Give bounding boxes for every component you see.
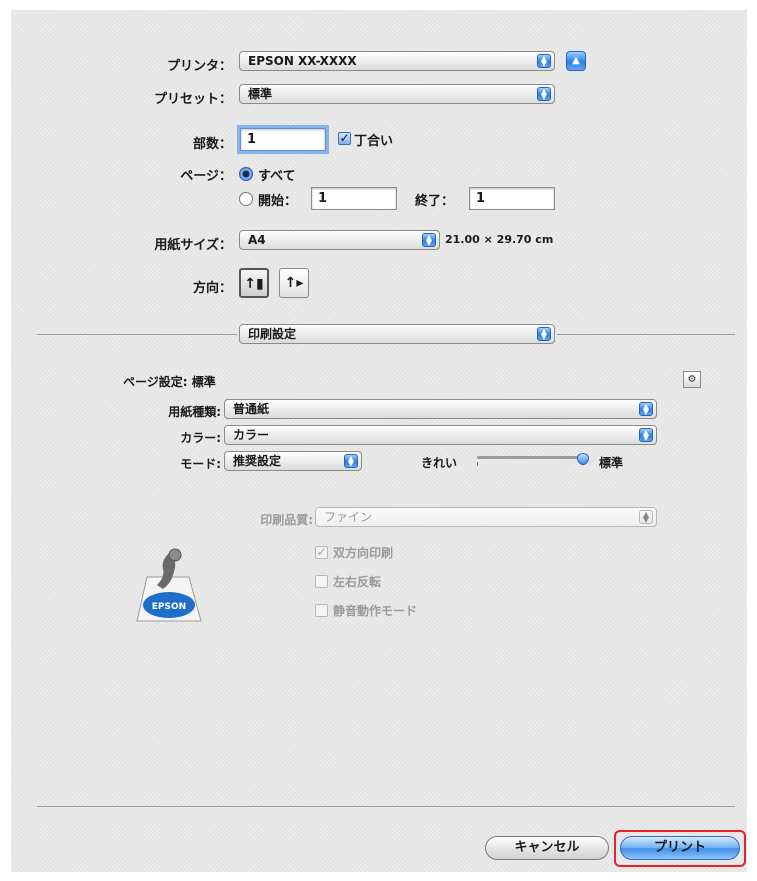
updown-arrows-icon: ▲ ▼ (639, 402, 653, 416)
copies-label: 部数： (192, 137, 232, 152)
slider-left-label: きれい (421, 456, 458, 470)
bottom-divider (37, 806, 735, 807)
preset-select-value: 標準 (248, 87, 273, 101)
print-button[interactable]: プリント (620, 836, 740, 860)
landscape-icon: ↑▸ (284, 275, 304, 291)
media-type-label: 用紙種類: (168, 405, 221, 419)
media-type-value: 普通紙 (233, 402, 270, 416)
utility-tools-icon[interactable]: ⚙ (683, 371, 701, 388)
updown-arrows-icon: ▲ ▼ (537, 327, 551, 341)
paper-dimensions: 21.00 × 29.70 cm (445, 233, 554, 246)
pages-to-label: 終了： (415, 194, 455, 209)
color-value: カラー (233, 428, 270, 442)
paper-size-value: A4 (248, 233, 266, 247)
copies-input[interactable]: 1 (240, 128, 326, 151)
page-setup-label-text: ページ設定: (123, 375, 188, 389)
paper-size-label: 用紙サイズ： (154, 238, 232, 253)
preset-select[interactable]: 標準 ▲ ▼ (239, 84, 555, 104)
collate-label: 丁合い (354, 134, 394, 149)
updown-arrows-icon: ▲ ▼ (639, 428, 653, 442)
print-quality-label: 印刷品質: (260, 513, 313, 527)
slider-right-label: 標準 (599, 456, 624, 470)
portrait-icon: ↑▮ (244, 276, 264, 292)
mode-label: モード: (180, 457, 221, 471)
color-select[interactable]: カラー ▲ ▼ (224, 425, 657, 445)
slider-tick-min (477, 462, 478, 466)
mode-select[interactable]: 推奨設定 ▲ ▼ (224, 451, 362, 471)
bidirectional-checkbox[interactable]: ✓ (315, 546, 328, 559)
section-divider-right (557, 334, 735, 335)
slider-thumb[interactable] (577, 453, 589, 465)
color-label: カラー: (180, 431, 221, 445)
section-divider-left (37, 334, 237, 335)
mirror-checkbox[interactable] (315, 575, 328, 588)
updown-arrows-icon: ▲ ▼ (422, 233, 436, 247)
mode-value: 推奨設定 (233, 454, 282, 468)
landscape-orientation-button[interactable]: ↑▸ (279, 268, 309, 298)
printer-select-value: EPSON XX-XXXX (248, 54, 357, 68)
updown-arrows-icon: ▲ ▼ (639, 510, 653, 524)
panel-select-value: 印刷設定 (248, 327, 297, 341)
cancel-button[interactable]: キャンセル (485, 836, 609, 860)
pages-from-label: 開始： (258, 194, 298, 209)
quality-slider[interactable] (477, 453, 589, 467)
pages-from-input[interactable]: 1 (311, 187, 397, 210)
updown-arrows-icon: ▲ ▼ (344, 454, 358, 468)
quiet-mode-label: 静音動作モード (333, 604, 418, 618)
printer-select[interactable]: EPSON XX-XXXX ▲ ▼ (239, 51, 555, 71)
pages-to-input[interactable]: 1 (469, 187, 555, 210)
preset-label: プリセット： (153, 92, 232, 107)
updown-arrows-icon: ▲ ▼ (537, 87, 551, 101)
slider-track (477, 456, 589, 459)
paper-size-select[interactable]: A4 ▲ ▼ (239, 230, 440, 250)
epson-driver-icon: EPSON (131, 543, 207, 623)
print-quality-value: ファイン (324, 510, 373, 524)
print-quality-select[interactable]: ファイン ▲ ▼ (315, 507, 657, 527)
pages-all-label: すべて (258, 169, 296, 184)
mirror-label: 左右反転 (333, 575, 382, 589)
quiet-mode-checkbox[interactable] (315, 604, 328, 617)
page-setup-value: 標準 (191, 375, 216, 389)
print-dialog: プリンタ： EPSON XX-XXXX ▲ ▼ ▲ プリセット： 標準 ▲ ▼ 部数… (11, 10, 747, 872)
bidirectional-label: 双方向印刷 (333, 546, 394, 560)
collate-checkbox[interactable]: ✓ (338, 132, 351, 145)
pages-all-radio[interactable] (239, 167, 253, 181)
orientation-label: 方向： (192, 281, 232, 296)
panel-select[interactable]: 印刷設定 ▲ ▼ (239, 324, 555, 344)
page-setup-label: ページ設定: 標準 (123, 373, 216, 390)
printer-label: プリンタ： (166, 59, 232, 74)
pages-label: ページ： (180, 169, 232, 184)
collapse-details-button[interactable]: ▲ (566, 51, 586, 71)
epson-logo-text: EPSON (152, 602, 186, 612)
media-type-select[interactable]: 普通紙 ▲ ▼ (224, 399, 657, 419)
portrait-orientation-button[interactable]: ↑▮ (239, 268, 269, 298)
pages-range-radio[interactable] (239, 192, 253, 206)
updown-arrows-icon: ▲ ▼ (537, 54, 551, 68)
